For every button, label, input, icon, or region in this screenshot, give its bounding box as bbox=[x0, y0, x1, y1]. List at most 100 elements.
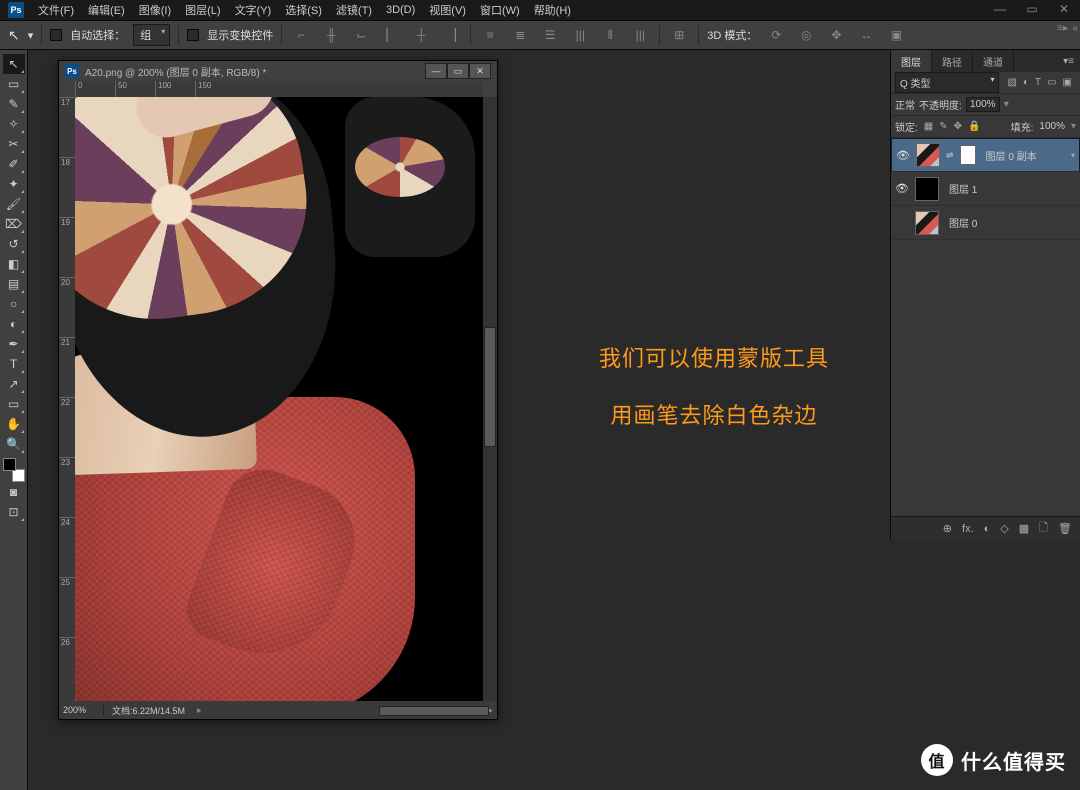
layer-thumbnail[interactable] bbox=[915, 211, 939, 235]
lock-brush-icon[interactable]: ✎ bbox=[939, 121, 947, 132]
lasso-tool[interactable]: ✎ bbox=[3, 94, 25, 114]
3d-orbit-icon[interactable]: ⟳ bbox=[765, 24, 787, 46]
layer-thumbnail[interactable] bbox=[916, 143, 940, 167]
3d-slide-icon[interactable]: ↔ bbox=[855, 24, 877, 46]
doc-minimize-button[interactable]: — bbox=[425, 63, 447, 79]
opacity-field[interactable]: 100% bbox=[966, 97, 1000, 112]
layer-footer-btn-2[interactable]: ◐ bbox=[984, 523, 991, 535]
align-bottom-icon[interactable]: ⌙ bbox=[350, 24, 372, 46]
stamp-tool[interactable]: ⌦ bbox=[3, 214, 25, 234]
magic-wand-tool[interactable]: ✧ bbox=[3, 114, 25, 134]
lock-pixels-icon[interactable]: ▦ bbox=[924, 121, 933, 132]
maximize-button[interactable]: ▭ bbox=[1016, 0, 1048, 18]
filter-pixel-icon[interactable]: ▧ bbox=[1007, 77, 1016, 88]
tab-layers[interactable]: 图层 bbox=[891, 50, 932, 72]
pen-tool[interactable]: ✒ bbox=[3, 334, 25, 354]
filter-adjust-icon[interactable]: ◐ bbox=[1023, 77, 1029, 88]
distribute-top-icon[interactable]: ≡ bbox=[479, 24, 501, 46]
hand-tool[interactable]: ✋ bbox=[3, 414, 25, 434]
filter-shape-icon[interactable]: ▭ bbox=[1047, 77, 1056, 88]
vertical-scrollbar[interactable] bbox=[483, 97, 497, 701]
link-mask-icon[interactable]: ⇌ bbox=[946, 150, 954, 161]
distribute-bottom-icon[interactable]: ☰ bbox=[539, 24, 561, 46]
panel-options-icon[interactable]: ▾≡ bbox=[1063, 56, 1074, 67]
menu-8[interactable]: 视图(V) bbox=[423, 0, 472, 20]
tab-paths[interactable]: 路径 bbox=[932, 50, 973, 72]
panel-menu-icon[interactable]: ≡▸ bbox=[1057, 23, 1068, 34]
blur-tool[interactable]: ○ bbox=[3, 294, 25, 314]
foreground-color[interactable] bbox=[3, 458, 16, 471]
color-swatches[interactable] bbox=[3, 458, 25, 482]
tab-channels[interactable]: 通道 bbox=[973, 50, 1014, 72]
layer-row-1[interactable]: 👁 图层 1 bbox=[891, 172, 1080, 206]
layer-row-0[interactable]: 👁⇌图层 0 副本 bbox=[891, 138, 1080, 172]
layer-mask-thumbnail[interactable] bbox=[960, 145, 976, 165]
canvas[interactable] bbox=[75, 97, 483, 701]
horizontal-ruler[interactable]: 050100150 bbox=[75, 81, 483, 97]
zoom-tool[interactable]: 🔍 bbox=[3, 434, 25, 454]
vertical-ruler[interactable]: 17181920212223242526 bbox=[59, 97, 75, 701]
menu-7[interactable]: 3D(D) bbox=[380, 2, 421, 18]
align-top-icon[interactable]: ⌐ bbox=[290, 24, 312, 46]
eraser-tool[interactable]: ◧ bbox=[3, 254, 25, 274]
visibility-toggle[interactable]: 👁 bbox=[896, 149, 910, 162]
brush-tool[interactable]: 🖌 bbox=[3, 194, 25, 214]
quick-mask-icon[interactable]: ◙ bbox=[3, 482, 25, 502]
status-menu-icon[interactable]: ▸ bbox=[197, 705, 202, 716]
doc-close-button[interactable]: ✕ bbox=[469, 63, 491, 79]
layer-row-2[interactable]: 图层 0 bbox=[891, 206, 1080, 240]
document-titlebar[interactable]: Ps A20.png @ 200% (图层 0 副本, RGB/8) * — ▭… bbox=[59, 61, 497, 81]
lock-all-icon[interactable]: 🔒 bbox=[968, 121, 980, 132]
fill-scrub-icon[interactable]: ▾ bbox=[1071, 121, 1076, 132]
align-right-icon[interactable]: ▕ bbox=[440, 24, 462, 46]
distribute-left-icon[interactable]: ||| bbox=[569, 24, 591, 46]
align-left-icon[interactable]: ▏ bbox=[380, 24, 402, 46]
menu-10[interactable]: 帮助(H) bbox=[528, 0, 577, 20]
layer-thumbnail[interactable] bbox=[915, 177, 939, 201]
menu-9[interactable]: 窗口(W) bbox=[474, 0, 526, 20]
menu-1[interactable]: 编辑(E) bbox=[82, 0, 131, 20]
3d-roll-icon[interactable]: ◎ bbox=[795, 24, 817, 46]
distribute-vcenter-icon[interactable]: ≣ bbox=[509, 24, 531, 46]
auto-select-checkbox[interactable] bbox=[50, 29, 62, 41]
scroll-thumb-h[interactable] bbox=[379, 706, 489, 716]
shape-tool[interactable]: ▭ bbox=[3, 394, 25, 414]
menu-4[interactable]: 文字(Y) bbox=[229, 0, 278, 20]
spot-heal-tool[interactable]: ✦ bbox=[3, 174, 25, 194]
show-transform-checkbox[interactable] bbox=[187, 29, 199, 41]
blend-mode-dropdown[interactable]: 正常 bbox=[895, 97, 915, 112]
layer-footer-btn-4[interactable]: ▩ bbox=[1019, 522, 1029, 535]
layer-filter-dropdown[interactable]: Q 类型 bbox=[895, 72, 999, 93]
type-tool[interactable]: T bbox=[3, 354, 25, 374]
scroll-thumb-v[interactable] bbox=[484, 327, 496, 447]
layer-name[interactable]: 图层 0 bbox=[949, 215, 977, 230]
auto-align-icon[interactable]: ⊞ bbox=[668, 24, 690, 46]
layer-footer-btn-0[interactable]: ⊕ bbox=[943, 522, 952, 535]
crop-tool[interactable]: ✂ bbox=[3, 134, 25, 154]
layer-footer-btn-1[interactable]: fx. bbox=[962, 523, 974, 535]
layer-name[interactable]: 图层 1 bbox=[949, 181, 977, 196]
minimize-button[interactable]: — bbox=[984, 0, 1016, 18]
screen-mode-icon[interactable]: ⊡ bbox=[3, 502, 25, 522]
history-brush-tool[interactable]: ↺ bbox=[3, 234, 25, 254]
layer-footer-btn-3[interactable]: ◇ bbox=[1000, 522, 1008, 535]
filter-type-icon[interactable]: T bbox=[1035, 77, 1041, 88]
move-tool[interactable]: ↖ bbox=[3, 54, 25, 74]
visibility-toggle[interactable]: 👁 bbox=[895, 182, 909, 195]
align-hcenter-icon[interactable]: ┼ bbox=[410, 24, 432, 46]
distribute-hcenter-icon[interactable]: ⦀ bbox=[599, 24, 621, 46]
menu-6[interactable]: 滤镜(T) bbox=[330, 0, 378, 20]
filter-smart-icon[interactable]: ▣ bbox=[1063, 77, 1072, 88]
menu-0[interactable]: 文件(F) bbox=[32, 0, 80, 20]
auto-select-dropdown[interactable]: 组 bbox=[133, 24, 170, 46]
opacity-scrub-icon[interactable]: ▾ bbox=[1004, 99, 1009, 110]
layer-footer-btn-5[interactable]: 🗋 bbox=[1039, 519, 1048, 538]
3d-scale-icon[interactable]: ▣ bbox=[885, 24, 907, 46]
fill-field[interactable]: 100% bbox=[1039, 121, 1065, 132]
menu-3[interactable]: 图层(L) bbox=[179, 0, 226, 20]
zoom-field[interactable]: 200% bbox=[59, 705, 104, 715]
doc-maximize-button[interactable]: ▭ bbox=[447, 63, 469, 79]
eyedropper-tool[interactable]: ✐ bbox=[3, 154, 25, 174]
align-vcenter-icon[interactable]: ╫ bbox=[320, 24, 342, 46]
3d-pan-icon[interactable]: ✥ bbox=[825, 24, 847, 46]
